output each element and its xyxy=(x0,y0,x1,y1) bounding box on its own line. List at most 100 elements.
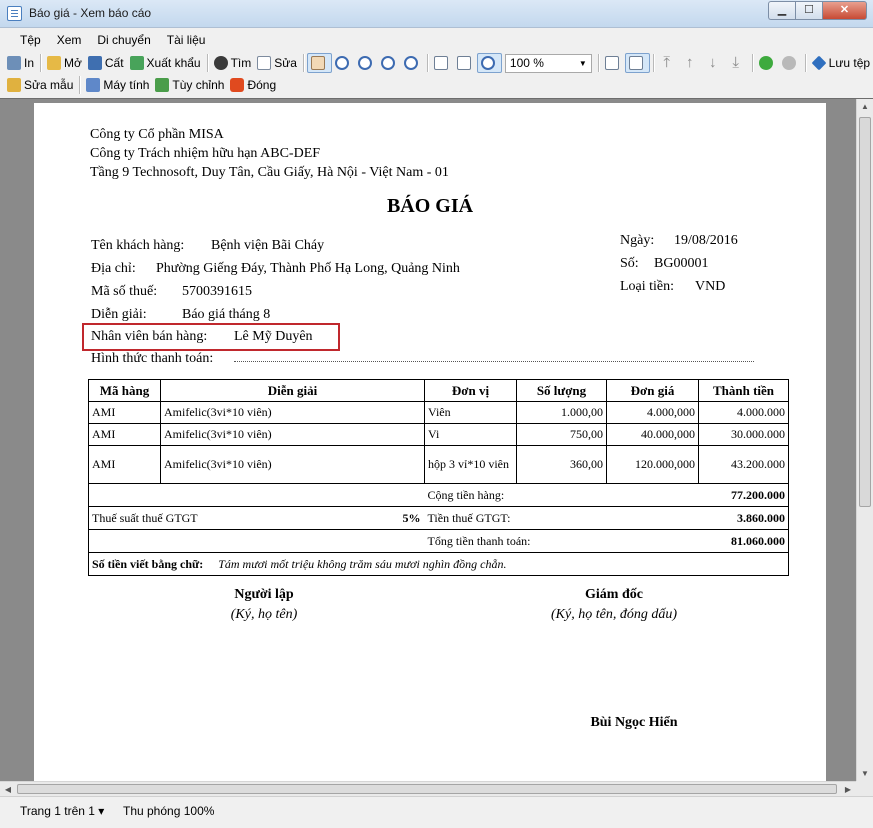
page-width-icon xyxy=(433,56,448,70)
edit-button[interactable]: Sửa xyxy=(254,52,300,74)
zoom-rect-button[interactable] xyxy=(401,52,424,74)
table-row: AMI Amifelic(3vi*10 viên) hộp 3 vỉ*10 vi… xyxy=(88,445,789,484)
hand-tool-button[interactable] xyxy=(306,53,332,73)
save-button[interactable]: Cất xyxy=(85,52,127,74)
minimize-button[interactable]: ▁ xyxy=(768,1,795,20)
zoom-select[interactable]: 100 % ▼ xyxy=(504,53,592,73)
forward-arrow-icon xyxy=(781,56,796,70)
close-button[interactable]: Đóng xyxy=(227,74,279,96)
salesperson-name: Lê Mỹ Duyên xyxy=(234,329,313,344)
first-page-button[interactable]: ⤒ xyxy=(657,52,680,74)
director-title: Giám đốc xyxy=(585,587,643,602)
creator-signature: Người lập (Ký, họ tên) xyxy=(184,587,344,623)
date-value: 19/08/2016 xyxy=(674,233,738,248)
print-button[interactable]: In xyxy=(4,52,37,74)
cell-code: AMI xyxy=(88,445,161,484)
scroll-right-icon[interactable]: ▶ xyxy=(840,782,856,797)
customize-button[interactable]: Tùy chỉnh xyxy=(152,74,227,96)
forward-button[interactable] xyxy=(779,52,802,74)
scroll-thumb[interactable] xyxy=(859,117,871,507)
back-button[interactable] xyxy=(756,52,779,74)
customer-label: Tên khách hàng: xyxy=(91,238,185,253)
cell-code: AMI xyxy=(88,401,161,424)
zoom-in-button[interactable] xyxy=(355,52,378,74)
scroll-left-icon[interactable]: ◀ xyxy=(0,782,16,797)
header-code: Mã hàng xyxy=(88,379,161,402)
calculator-button[interactable]: Máy tính xyxy=(83,74,152,96)
vat-rate-value: 5% xyxy=(402,510,421,525)
customize-icon xyxy=(155,78,170,92)
subtotal-value: 77.200.000 xyxy=(698,483,789,507)
cell-description: Amifelic(3vi*10 viên) xyxy=(160,401,425,424)
next-page-button[interactable]: ↓ xyxy=(703,52,726,74)
menu-document[interactable]: Tài liệu xyxy=(159,28,214,52)
title-bar: Báo giá - Xem báo cáo ▁ ☐ ✕ xyxy=(0,0,873,28)
company-address: Tầng 9 Technosoft, Duy Tân, Cầu Giấy, Hà… xyxy=(90,165,449,180)
header-unit: Đơn vị xyxy=(424,379,517,402)
separator xyxy=(751,54,753,72)
maximize-button[interactable]: ☐ xyxy=(795,1,822,20)
zoom-in-icon xyxy=(357,56,372,70)
continuous-page-button[interactable] xyxy=(624,53,650,73)
report-viewport[interactable]: Công ty Cổ phần MISA Công ty Trách nhiệm… xyxy=(0,98,873,803)
edit-template-button[interactable]: Sửa mẫu xyxy=(4,74,76,96)
open-button[interactable]: Mở xyxy=(44,52,85,74)
vat-row: Thuế suất thuế GTGT 5% Tiền thuế GTGT: 3… xyxy=(88,506,789,530)
whole-page-icon xyxy=(456,56,471,70)
scroll-down-icon[interactable]: ▼ xyxy=(857,766,873,782)
find-button[interactable]: Tìm xyxy=(211,52,255,74)
menu-bar: Tệp Xem Di chuyển Tài liệu xyxy=(0,28,873,52)
horizontal-scrollbar[interactable]: ◀ ▶ xyxy=(0,781,856,796)
address-label: Địa chỉ: xyxy=(91,261,136,276)
separator xyxy=(40,54,41,72)
separator xyxy=(804,54,806,72)
back-arrow-icon xyxy=(758,56,773,70)
total-row: Tổng tiền thanh toán: 81.060.000 xyxy=(88,529,789,553)
number-value: BG00001 xyxy=(654,256,709,271)
zoom-button[interactable] xyxy=(332,52,355,74)
description-label: Diễn giải: xyxy=(91,307,147,322)
single-page-button[interactable] xyxy=(602,52,625,74)
export-button[interactable]: Xuất khẩu xyxy=(127,52,204,74)
vat-rate-label: Thuế suất thuế GTGT xyxy=(92,510,198,525)
fit-page-button[interactable] xyxy=(454,52,477,74)
menu-file[interactable]: Tệp xyxy=(12,28,49,52)
empty-cell xyxy=(88,529,425,553)
amount-in-words: Tám mươi mốt triệu không trăm sáu mươi n… xyxy=(218,556,507,571)
main-toolbar: In Mở Cất Xuất khẩu Tìm Sửa 100 % ▼ ⤒ ↑ ↓… xyxy=(4,52,873,74)
fit-width-button[interactable] xyxy=(431,52,454,74)
zoom-out-icon xyxy=(380,56,395,70)
header-quantity: Số lượng xyxy=(516,379,607,402)
cell-unit-price: 40.000,000 xyxy=(606,423,699,446)
save-file-icon xyxy=(811,55,827,71)
previous-page-button[interactable]: ↑ xyxy=(680,52,703,74)
cell-description: Amifelic(3vi*10 viên) xyxy=(160,423,425,446)
first-page-icon: ⤒ xyxy=(663,54,671,71)
save-file-button[interactable]: Lưu tệp xyxy=(809,52,873,74)
cell-unit: Vi xyxy=(424,423,517,446)
payment-label: Hình thức thanh toán: xyxy=(91,351,214,366)
header-amount: Thành tiền xyxy=(698,379,789,402)
scroll-up-icon[interactable]: ▲ xyxy=(857,99,873,115)
page-indicator[interactable]: Trang 1 trên 1 ▾ xyxy=(20,804,104,818)
menu-view[interactable]: Xem xyxy=(49,28,90,52)
menu-navigate[interactable]: Di chuyển xyxy=(89,28,158,52)
scroll-thumb[interactable] xyxy=(17,784,837,794)
vertical-scrollbar[interactable]: ▲ ▼ xyxy=(856,99,873,782)
actual-size-button[interactable] xyxy=(476,53,502,73)
zoom-out-button[interactable] xyxy=(378,52,401,74)
cell-amount: 4.000.000 xyxy=(698,401,789,424)
cell-description: Amifelic(3vi*10 viên) xyxy=(160,445,425,484)
tax-code: 5700391615 xyxy=(182,284,252,299)
separator xyxy=(79,76,81,94)
date-label: Ngày: xyxy=(620,233,655,248)
separator xyxy=(597,54,599,72)
calculator-icon xyxy=(86,78,101,92)
close-window-button[interactable]: ✕ xyxy=(822,1,867,20)
report-page: Công ty Cổ phần MISA Công ty Trách nhiệm… xyxy=(34,103,826,803)
edit-page-icon xyxy=(257,56,272,70)
cell-amount: 43.200.000 xyxy=(698,445,789,484)
last-page-button[interactable]: ⤓ xyxy=(726,52,749,74)
cell-unit: hộp 3 vỉ*10 viên xyxy=(424,445,517,484)
cell-quantity: 360,00 xyxy=(516,445,607,484)
